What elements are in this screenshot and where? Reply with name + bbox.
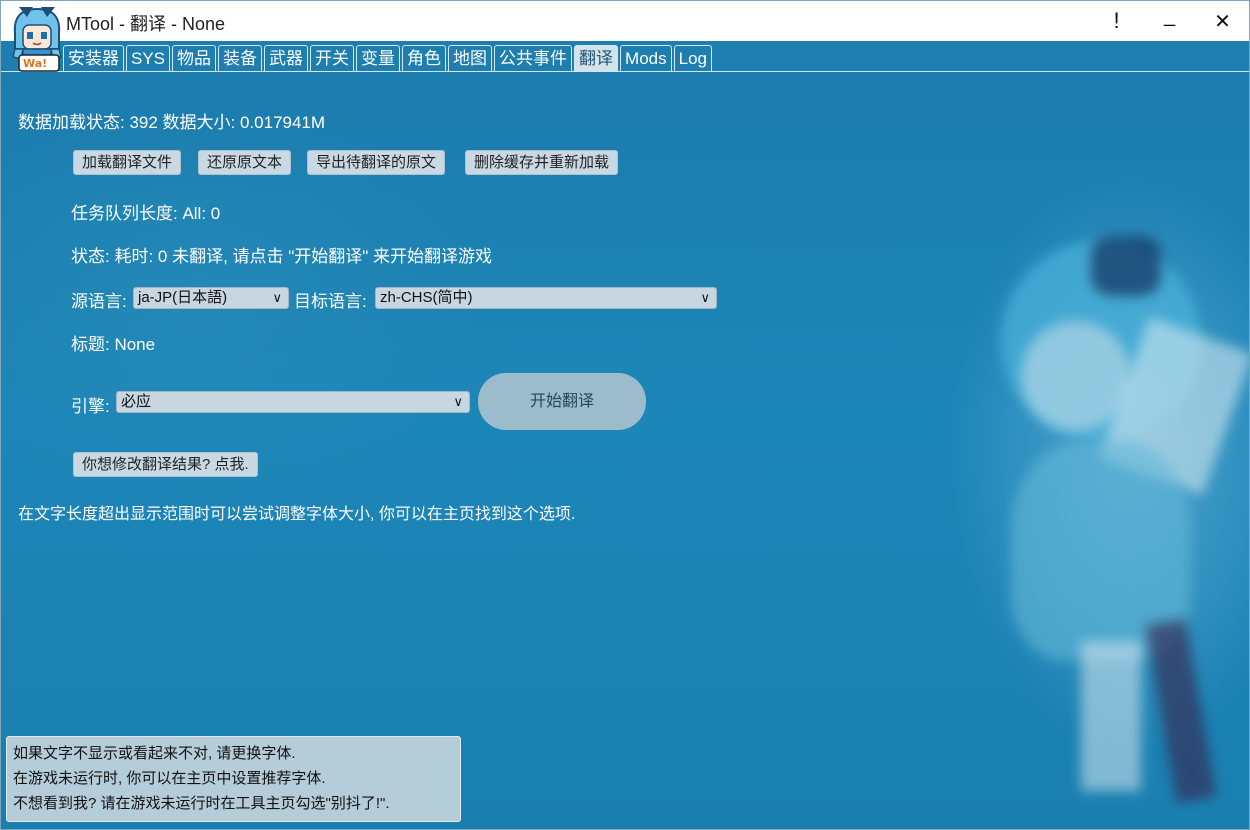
tab-9[interactable]: 公共事件 [494,45,573,72]
app-logo: Wa! [9,3,65,75]
tooltip-line: 如果文字不显示或看起来不对, 请更换字体. [13,745,296,762]
title-line: 标题: None [71,335,156,354]
tab-5[interactable]: 开关 [310,45,355,72]
background-character-sock [1081,641,1141,791]
clear-cache-reload-button[interactable]: 删除缓存并重新加载 [465,150,619,175]
font-tip-tooltip: 如果文字不显示或看起来不对, 请更换字体. 在游戏未运行时, 你可以在主页中设置… [6,736,461,822]
tab-12[interactable]: Log [673,45,712,72]
chevron-down-icon: ∨ [700,290,710,305]
chevron-down-icon: ∨ [453,394,463,409]
start-translation-button[interactable]: 开始翻译 [478,373,646,430]
tooltip-line: 在游戏未运行时, 你可以在主页中设置推荐字体. [13,770,326,787]
target-language-value: zh-CHS(简中) [380,289,473,306]
source-language-label: 源语言: [71,292,127,311]
alert-button[interactable]: ! [1090,1,1143,41]
engine-value: 必应 [121,393,152,410]
title-bar: MTool - 翻译 - None ! _ ✕ [1,1,1249,41]
translation-status: 状态: 耗时: 0 未翻译, 请点击 "开始翻译" 来开始翻译游戏 [71,247,493,266]
minimize-button[interactable]: _ [1143,1,1196,41]
tab-8[interactable]: 地图 [448,45,493,72]
app-window: MTool - 翻译 - None ! _ ✕ Wa! 安装器 SYS 物品 装备 武器… [0,0,1250,830]
engine-label: 引擎: [71,397,110,416]
tab-bar: 安装器 SYS 物品 装备 武器 开关 变量 角色 地图 公共事件 翻译 Mods Log [1,41,1249,72]
window-title: MTool - 翻译 - None [66,14,226,34]
tab-6[interactable]: 变量 [356,45,401,72]
load-translation-button[interactable]: 加载翻译文件 [73,150,182,175]
data-load-status: 数据加载状态: 392 数据大小: 0.017941M [18,113,326,132]
background-character-bow [1091,236,1161,296]
target-language-select[interactable]: zh-CHS(简中) ∨ [375,287,717,309]
tab-7[interactable]: 角色 [402,45,447,72]
close-button[interactable]: ✕ [1196,1,1249,41]
tab-1[interactable]: SYS [126,45,171,72]
engine-select[interactable]: 必应 ∨ [116,391,470,413]
tab-list: 安装器 SYS 物品 装备 武器 开关 变量 角色 地图 公共事件 翻译 Mods Log [63,45,714,72]
export-untranslated-button[interactable]: 导出待翻译的原文 [307,150,446,175]
chevron-down-icon: ∨ [272,290,282,305]
source-language-select[interactable]: ja-JP(日本語) ∨ [133,287,289,309]
task-queue-length: 任务队列长度: All: 0 [71,204,221,223]
tab-2[interactable]: 物品 [172,45,217,72]
window-controls: ! _ ✕ [1090,1,1249,41]
tooltip-line: 不想看到我? 请在游戏未运行时在工具主页勾选"别抖了!". [13,795,390,812]
tab-11[interactable]: Mods [620,45,672,72]
modify-translation-button[interactable]: 你想修改翻译结果? 点我. [73,452,258,477]
source-language-value: ja-JP(日本語) [138,289,228,306]
tab-3[interactable]: 装备 [218,45,263,72]
restore-original-button[interactable]: 还原原文本 [198,150,292,175]
logo-badge-text: Wa! [23,57,48,70]
target-language-label: 目标语言: [294,292,367,311]
background-character-leg [1145,618,1217,804]
font-size-hint: 在文字长度超出显示范围时可以尝试调整字体大小, 你可以在主页找到这个选项. [18,506,576,523]
tab-0[interactable]: 安装器 [63,45,124,72]
tab-10[interactable]: 翻译 [574,45,619,72]
tab-4[interactable]: 武器 [264,45,309,72]
